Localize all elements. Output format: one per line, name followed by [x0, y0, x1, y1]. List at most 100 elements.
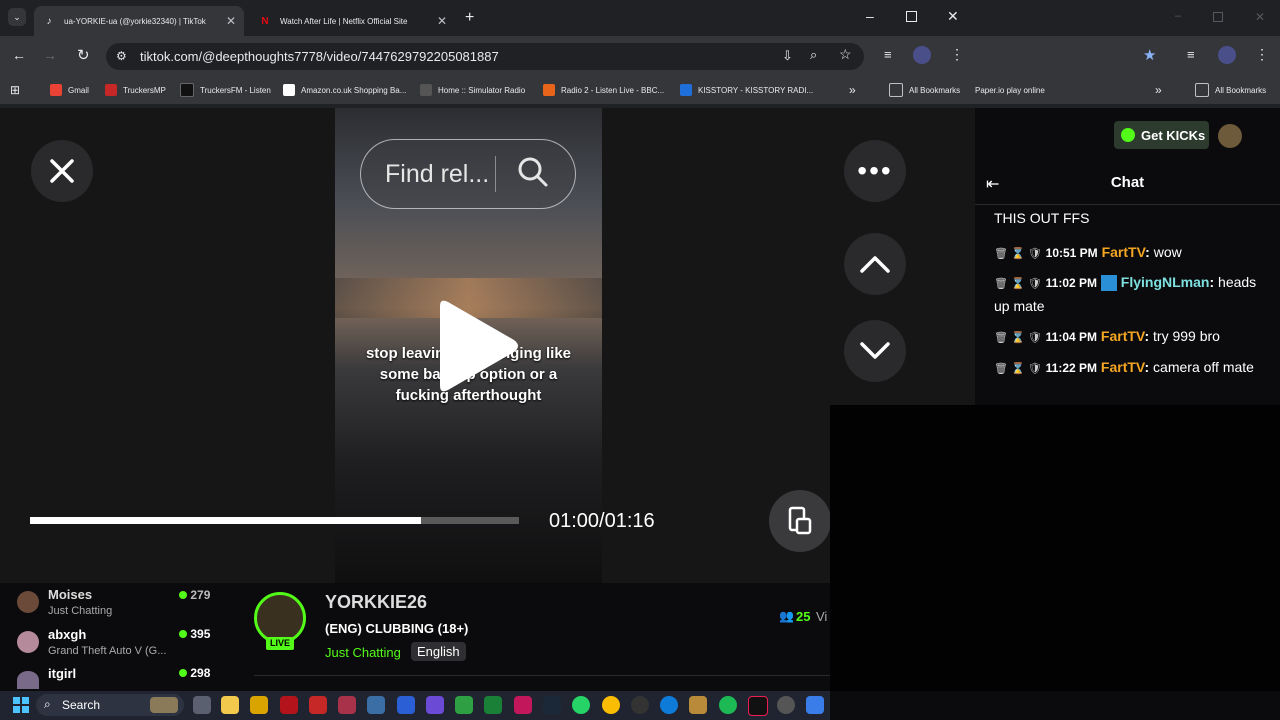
- app-icon[interactable]: [397, 696, 415, 714]
- mod-action-icons[interactable]: 🗑 ⌛ 🛡: [994, 332, 1042, 344]
- live-dot-icon: [179, 591, 187, 599]
- user-avatar[interactable]: [1218, 124, 1242, 148]
- tiktok-icon[interactable]: [748, 696, 768, 716]
- zoom-icon[interactable]: ⌕: [810, 47, 817, 63]
- find-related-search[interactable]: Find rel...: [360, 139, 576, 209]
- spotify-icon[interactable]: [719, 696, 737, 714]
- stream-category[interactable]: Just Chatting: [325, 645, 401, 660]
- truck-app-icon[interactable]: [367, 696, 385, 714]
- chat-username[interactable]: FartTV: [1101, 359, 1145, 375]
- close-video-button[interactable]: [31, 140, 93, 202]
- forward-icon[interactable]: →: [43, 47, 57, 63]
- reload-icon[interactable]: ↻: [77, 46, 90, 64]
- bookmark-paperio[interactable]: Paper.io play online: [975, 82, 1045, 98]
- all-bookmarks[interactable]: All Bookmarks: [889, 82, 960, 98]
- app-icon[interactable]: [309, 696, 327, 714]
- previous-video-button[interactable]: [844, 233, 906, 295]
- app-icon[interactable]: [514, 696, 532, 714]
- get-kicks-button[interactable]: Get KICKs: [1114, 121, 1209, 149]
- bookmark-truckersmp[interactable]: TruckersMP: [105, 82, 166, 98]
- edge-icon[interactable]: [660, 696, 678, 714]
- close-window-icon[interactable]: ✕: [1255, 10, 1265, 24]
- netflix-icon: N: [261, 15, 269, 27]
- bookmark-simulator-radio[interactable]: Home :: Simulator Radio: [420, 82, 525, 98]
- app-icon[interactable]: [777, 696, 795, 714]
- maximize-icon[interactable]: [1213, 12, 1223, 22]
- app-icon[interactable]: [455, 696, 473, 714]
- minimize-icon[interactable]: –: [1175, 10, 1181, 22]
- mod-action-icons[interactable]: 🗑 ⌛ 🛡: [994, 363, 1042, 375]
- app-icon[interactable]: [631, 696, 649, 714]
- viewer-count: 25: [796, 609, 811, 624]
- bookmark-amazon[interactable]: Amazon.co.uk Shopping Ba...: [283, 82, 406, 98]
- folder-icon: [889, 83, 903, 97]
- app-icon[interactable]: [806, 696, 824, 714]
- picture-in-picture-button[interactable]: [769, 490, 831, 552]
- rockstar-icon[interactable]: [250, 696, 268, 714]
- bookmark-star-icon[interactable]: ☆: [839, 46, 852, 63]
- channel-viewers: 298: [179, 666, 210, 680]
- close-tab-icon[interactable]: ✕: [437, 14, 447, 28]
- profile-avatar[interactable]: [913, 46, 931, 64]
- progress-bar[interactable]: [30, 517, 519, 524]
- chat-username[interactable]: FlyingNLman: [1121, 274, 1210, 290]
- app-icon[interactable]: [484, 696, 502, 714]
- truckersmp-icon: [105, 84, 117, 96]
- new-tab-icon[interactable]: +: [465, 9, 474, 27]
- bookmark-star-icon[interactable]: ★: [1143, 46, 1156, 64]
- apps-grid-icon[interactable]: ⊞: [10, 82, 20, 98]
- tab-tiktok[interactable]: ♪ ua-YORKIE-ua (@yorkie32340) | TikTok ✕: [34, 6, 244, 36]
- bookmark-gmail[interactable]: Gmail: [50, 82, 89, 98]
- chat-username[interactable]: FartTV: [1101, 328, 1145, 344]
- channel-name[interactable]: abxgh: [48, 627, 86, 642]
- streamer-name[interactable]: YORKKIE26: [325, 592, 427, 613]
- mod-action-icons[interactable]: 🗑 ⌛ 🛡: [994, 278, 1042, 290]
- app-icon[interactable]: [689, 696, 707, 714]
- maximize-icon[interactable]: [906, 11, 917, 22]
- profile-avatar[interactable]: [1218, 46, 1236, 64]
- app-icon[interactable]: [338, 696, 356, 714]
- close-window-icon[interactable]: ✕: [947, 8, 959, 25]
- bookmark-truckersfm[interactable]: TruckersFM - Listen: [180, 82, 271, 98]
- play-icon[interactable]: [430, 298, 520, 399]
- file-explorer-icon[interactable]: [221, 696, 239, 714]
- minimize-icon[interactable]: –: [866, 8, 874, 24]
- language-tag[interactable]: English: [411, 642, 466, 661]
- chrome-icon[interactable]: [602, 696, 620, 714]
- chat-username[interactable]: FartTV: [1102, 244, 1146, 260]
- chat-timestamp: 10:51 PM: [1045, 246, 1098, 260]
- mod-action-icons[interactable]: 🗑 ⌛ 🛡: [994, 248, 1042, 260]
- taskbar-search[interactable]: ⌕ Search: [36, 694, 184, 716]
- install-app-icon[interactable]: ⇩: [782, 48, 793, 64]
- menu-icon[interactable]: ⋮: [1255, 46, 1269, 63]
- channel-avatar[interactable]: [17, 671, 39, 689]
- channel-avatar[interactable]: [17, 631, 39, 653]
- more-bookmarks-icon[interactable]: »: [1155, 82, 1162, 98]
- menu-icon[interactable]: ⋮: [950, 46, 964, 63]
- close-tab-icon[interactable]: ✕: [226, 14, 236, 28]
- next-video-button[interactable]: [844, 320, 906, 382]
- whatsapp-icon[interactable]: [572, 696, 590, 714]
- divider: [975, 204, 1280, 205]
- back-icon[interactable]: ←: [12, 47, 26, 63]
- reading-list-icon[interactable]: ≡: [884, 47, 892, 62]
- more-bookmarks-icon[interactable]: »: [849, 82, 856, 98]
- site-info-icon[interactable]: ⚙: [116, 49, 127, 63]
- search-icon[interactable]: [517, 156, 549, 193]
- steam-icon[interactable]: [543, 696, 561, 714]
- app-icon[interactable]: [426, 696, 444, 714]
- task-view-icon[interactable]: [193, 696, 211, 714]
- bookmark-kisstory[interactable]: KISSTORY - KISSTORY RADI...: [680, 82, 813, 98]
- channel-name[interactable]: itgirl: [48, 666, 76, 681]
- more-options-button[interactable]: •••: [844, 140, 906, 202]
- windows-start-icon[interactable]: [13, 697, 29, 718]
- channel-name[interactable]: Moises: [48, 587, 92, 602]
- channel-avatar[interactable]: [17, 591, 39, 613]
- tab-netflix[interactable]: N Watch After Life | Netflix Official Si…: [250, 6, 455, 36]
- app-icon[interactable]: [280, 696, 298, 714]
- reading-list-icon[interactable]: ≡: [1187, 47, 1195, 62]
- address-bar[interactable]: ⚙ tiktok.com/@deepthoughts7778/video/744…: [106, 43, 864, 70]
- tab-search-button[interactable]: ⌄: [8, 8, 26, 26]
- all-bookmarks[interactable]: All Bookmarks: [1195, 82, 1266, 98]
- bookmark-radio2[interactable]: Radio 2 - Listen Live - BBC...: [543, 82, 664, 98]
